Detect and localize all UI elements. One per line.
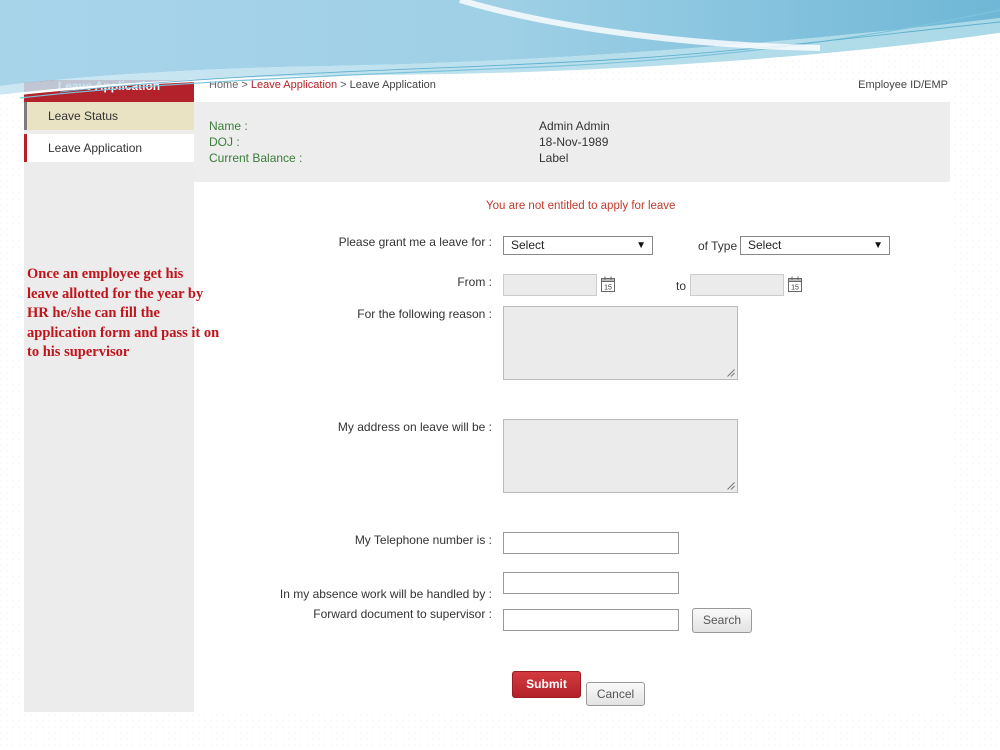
sidebar-item-label: Leave Application: [48, 141, 143, 155]
grant-leave-label: Please grant me a leave for :: [338, 235, 492, 249]
leave-type-select[interactable]: Select ▼: [740, 236, 890, 255]
name-label: Name :: [209, 119, 248, 133]
to-label: to: [676, 279, 687, 293]
cancel-button[interactable]: Cancel: [586, 682, 645, 706]
breadcrumb: Home > Leave Application > Leave Applica…: [209, 79, 436, 91]
absence-label: In my absence work will be handled by :: [279, 587, 492, 601]
calendar-day: 15: [791, 285, 799, 292]
balance-value: Label: [539, 151, 569, 165]
reason-textarea[interactable]: [503, 306, 738, 380]
reason-label: For the following reason :: [357, 307, 492, 321]
supervisor-input[interactable]: [503, 609, 679, 631]
sidebar: Leave Application Leave Status Leave App…: [24, 80, 194, 712]
absence-handler-input[interactable]: [503, 572, 679, 594]
address-label: My address on leave will be :: [337, 420, 492, 434]
annotation-line: to his supervisor: [27, 344, 130, 360]
submit-button[interactable]: Submit: [512, 671, 581, 698]
annotation-line: application form and pass it on: [27, 324, 220, 341]
resize-grip-icon[interactable]: [727, 369, 735, 377]
top-bar: Home > Leave Application > Leave Applica…: [194, 80, 950, 102]
calendar-icon[interactable]: 15: [788, 276, 802, 292]
name-value: Admin Admin: [539, 119, 610, 133]
from-label: From :: [457, 275, 492, 289]
to-date-input[interactable]: [690, 274, 784, 296]
sidebar-header: Leave Application: [24, 80, 194, 102]
telephone-label: My Telephone number is :: [354, 533, 492, 547]
dropdown-arrow-icon: ▼: [873, 240, 883, 251]
forward-label: Forward document to supervisor :: [313, 607, 492, 621]
dropdown-arrow-icon: ▼: [636, 240, 646, 251]
address-textarea[interactable]: [503, 419, 738, 493]
leave-duration-value: Select: [511, 238, 545, 252]
breadcrumb-section[interactable]: Leave Application: [251, 79, 337, 91]
not-entitled-message: You are not entitled to apply for leave: [486, 200, 676, 212]
leave-type-value: Select: [748, 238, 782, 252]
sidebar-item-label: Leave Status: [48, 109, 119, 123]
doj-label: DOJ :: [209, 135, 240, 149]
from-date-input[interactable]: [503, 274, 597, 296]
breadcrumb-current: Leave Application: [349, 79, 436, 91]
sidebar-item-leave-status[interactable]: Leave Status: [24, 102, 194, 130]
sidebar-item-leave-application[interactable]: Leave Application: [24, 134, 194, 162]
resize-grip-icon[interactable]: [727, 482, 735, 490]
annotation-line: Once an employee get his: [27, 266, 184, 282]
calendar-icon[interactable]: 15: [601, 276, 615, 292]
annotation-note: Once an employee get his leave allotted …: [27, 265, 227, 363]
doj-value: 18-Nov-1989: [539, 135, 609, 149]
leave-application-screen: Leave Application Leave Status Leave App…: [24, 80, 950, 712]
calendar-day: 15: [604, 285, 612, 292]
annotation-line: leave allotted for the year by: [27, 285, 204, 302]
leave-duration-select[interactable]: Select ▼: [503, 236, 653, 255]
search-button[interactable]: Search: [692, 608, 752, 633]
employee-info-panel: Name : DOJ : Current Balance : Admin Adm…: [194, 102, 950, 182]
breadcrumb-home[interactable]: Home: [209, 79, 238, 91]
telephone-input[interactable]: [503, 532, 679, 554]
balance-label: Current Balance :: [209, 151, 303, 165]
employee-id: Employee ID/EMP: [858, 79, 948, 91]
annotation-line: HR he/she can fill the: [27, 305, 160, 321]
type-label: of Type: [698, 239, 738, 253]
